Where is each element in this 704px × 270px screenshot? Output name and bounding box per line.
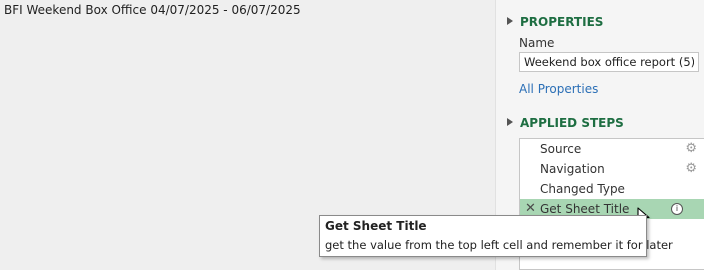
gear-icon[interactable]: ⚙: [685, 159, 697, 179]
step-source[interactable]: Source ⚙: [520, 139, 704, 159]
applied-steps-header[interactable]: APPLIED STEPS: [506, 116, 624, 130]
step-tooltip: Get Sheet Title get the value from the t…: [319, 215, 673, 257]
applied-steps-header-label: APPLIED STEPS: [520, 116, 624, 130]
collapse-triangle-icon[interactable]: [507, 118, 513, 126]
step-label: Changed Type: [540, 182, 625, 196]
gear-icon[interactable]: ⚙: [685, 139, 697, 159]
tooltip-title: Get Sheet Title: [325, 219, 427, 233]
step-changed-type[interactable]: Changed Type: [520, 179, 704, 199]
query-name-input[interactable]: [519, 52, 699, 72]
name-label: Name: [519, 36, 555, 50]
collapse-triangle-icon[interactable]: [507, 17, 513, 25]
step-navigation[interactable]: Navigation ⚙: [520, 159, 704, 179]
preview-cell-text[interactable]: BFI Weekend Box Office 04/07/2025 - 06/0…: [4, 3, 301, 17]
step-label: Source: [540, 142, 582, 156]
properties-header-label: PROPERTIES: [520, 15, 604, 29]
all-properties-link[interactable]: All Properties: [519, 82, 598, 96]
step-label: Get Sheet Title: [540, 202, 630, 216]
step-label: Navigation: [540, 162, 605, 176]
properties-header[interactable]: PROPERTIES: [506, 15, 603, 29]
info-icon[interactable]: i: [671, 203, 683, 215]
tooltip-description: get the value from the top left cell and…: [325, 238, 673, 252]
